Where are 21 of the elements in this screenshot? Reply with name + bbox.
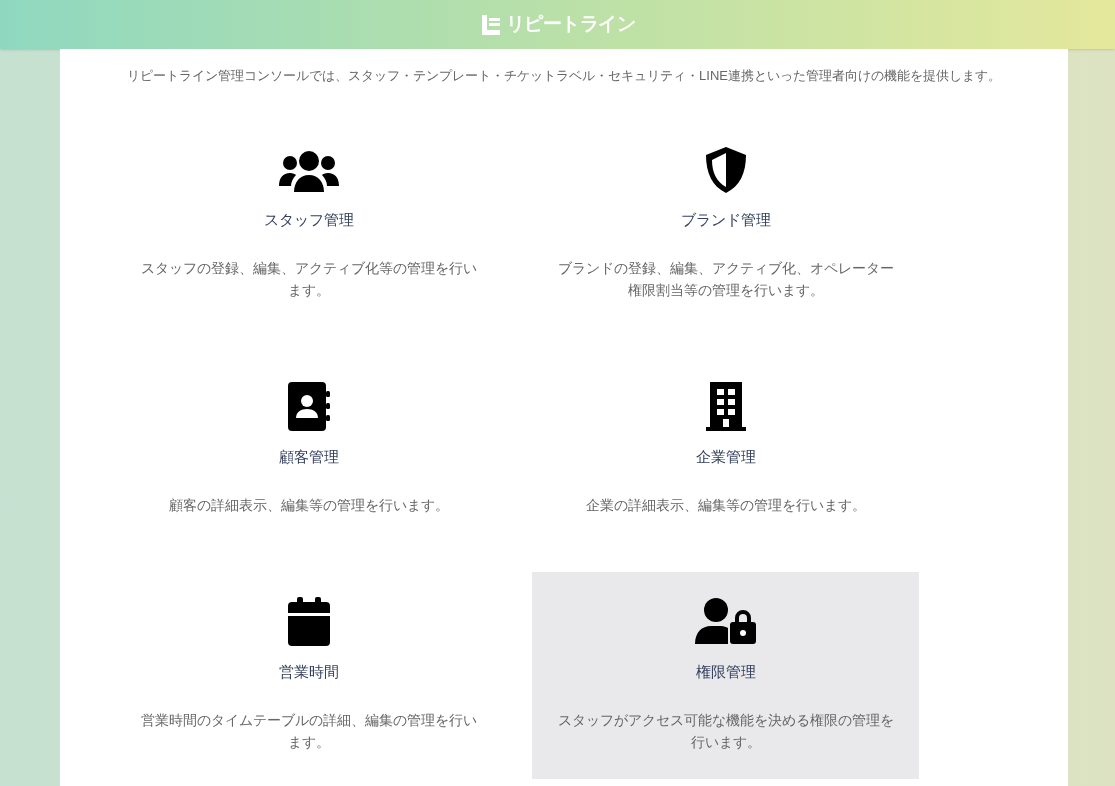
card-title: 権限管理 xyxy=(695,661,756,682)
calendar-icon xyxy=(286,596,331,646)
card-description: 顧客の詳細表示、編集等の管理を行います。 xyxy=(167,495,450,515)
card-title: 営業時間 xyxy=(278,661,339,682)
card-title: ブランド管理 xyxy=(680,209,771,230)
user-lock-icon xyxy=(694,597,757,646)
feature-card[interactable]: 権限管理 スタッフがアクセス可能な機能を決める権限の管理を行います。 xyxy=(532,571,919,779)
card-description: ブランドの登録、編集、アクティブ化、オペレーター権限割当等の管理を行います。 xyxy=(556,258,895,300)
intro-text: リピートライン管理コンソールでは、スタッフ・テンプレート・チケットラベル・セキュリティ・LINE連携といった管理者向けの機能を提供します。 xyxy=(126,67,1002,85)
card-description: スタッフの登録、編集、アクティブ化等の管理を行います。 xyxy=(139,258,478,300)
card-title: 顧客管理 xyxy=(278,446,339,467)
logo-icon xyxy=(479,13,502,36)
building-icon xyxy=(704,381,747,431)
card-title: 企業管理 xyxy=(695,446,756,467)
card-description: スタッフがアクセス可能な機能を決める権限の管理を行います。 xyxy=(556,710,895,752)
card-description: 営業時間のタイムテーブルの詳細、編集の管理を行います。 xyxy=(139,710,478,752)
contact-book-icon xyxy=(286,381,331,431)
logo-text: リピートライン xyxy=(505,12,636,37)
card-description: 企業の詳細表示、編集等の管理を行います。 xyxy=(584,495,867,515)
card-title: スタッフ管理 xyxy=(263,209,354,230)
users-icon xyxy=(277,149,340,194)
